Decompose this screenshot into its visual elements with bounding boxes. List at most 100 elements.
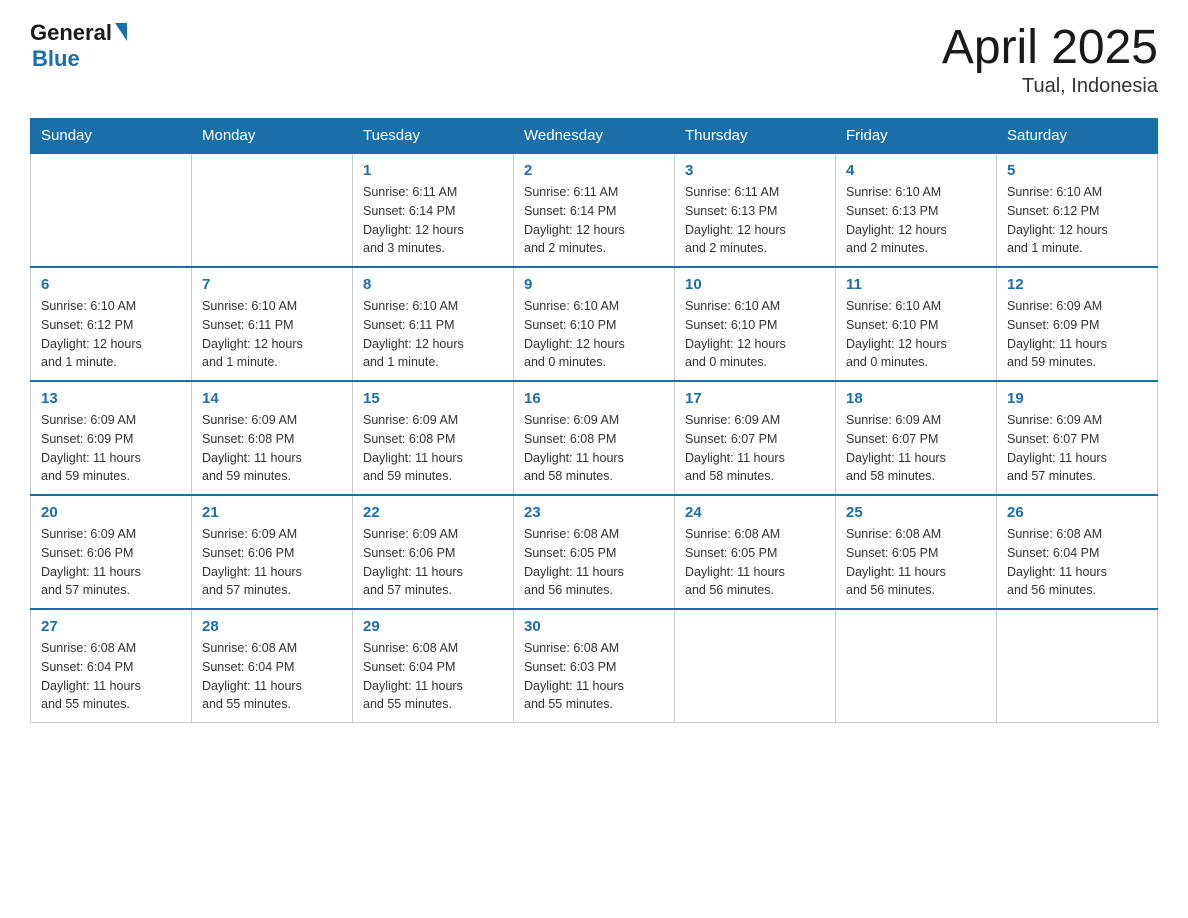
calendar-cell: 18 Sunrise: 6:09 AMSunset: 6:07 PMDayligh… [836, 381, 997, 495]
day-info: Sunrise: 6:09 AMSunset: 6:07 PMDaylight:… [846, 411, 986, 486]
calendar-cell [836, 609, 997, 723]
day-number: 18 [846, 390, 986, 407]
day-info: Sunrise: 6:10 AMSunset: 6:12 PMDaylight:… [41, 297, 181, 372]
calendar-cell: 27 Sunrise: 6:08 AMSunset: 6:04 PMDayligh… [31, 609, 192, 723]
day-number: 8 [363, 276, 503, 293]
weekday-header-monday: Monday [192, 119, 353, 154]
day-info: Sunrise: 6:08 AMSunset: 6:05 PMDaylight:… [524, 525, 664, 600]
day-number: 19 [1007, 390, 1147, 407]
day-number: 27 [41, 618, 181, 635]
calendar-cell: 10Sunrise: 6:10 AMSunset: 6:10 PMDayligh… [675, 267, 836, 381]
calendar-cell: 19Sunrise: 6:09 AMSunset: 6:07 PMDayligh… [997, 381, 1158, 495]
weekday-header-wednesday: Wednesday [514, 119, 675, 154]
calendar-cell: 30 Sunrise: 6:08 AMSunset: 6:03 PMDayligh… [514, 609, 675, 723]
weekday-header-saturday: Saturday [997, 119, 1158, 154]
day-number: 4 [846, 162, 986, 179]
calendar-cell [31, 153, 192, 267]
calendar-cell: 11 Sunrise: 6:10 AMSunset: 6:10 PMDayligh… [836, 267, 997, 381]
day-info: Sunrise: 6:08 AMSunset: 6:04 PMDaylight:… [202, 639, 342, 714]
day-info: Sunrise: 6:09 AMSunset: 6:06 PMDaylight:… [41, 525, 181, 600]
logo-general-text: General [30, 20, 112, 46]
day-number: 9 [524, 276, 664, 293]
day-info: Sunrise: 6:08 AMSunset: 6:04 PMDaylight:… [41, 639, 181, 714]
calendar-cell: 21 Sunrise: 6:09 AMSunset: 6:06 PMDayligh… [192, 495, 353, 609]
week-row-1: 1Sunrise: 6:11 AMSunset: 6:14 PMDaylight… [31, 153, 1158, 267]
page-header: General Blue April 2025 Tual, Indonesia [30, 20, 1158, 98]
calendar-cell: 15 Sunrise: 6:09 AMSunset: 6:08 PMDayligh… [353, 381, 514, 495]
day-info: Sunrise: 6:10 AMSunset: 6:10 PMDaylight:… [524, 297, 664, 372]
day-number: 21 [202, 504, 342, 521]
day-number: 29 [363, 618, 503, 635]
calendar-cell: 9 Sunrise: 6:10 AMSunset: 6:10 PMDaylight… [514, 267, 675, 381]
calendar-cell: 26Sunrise: 6:08 AMSunset: 6:04 PMDayligh… [997, 495, 1158, 609]
day-info: Sunrise: 6:09 AMSunset: 6:08 PMDaylight:… [524, 411, 664, 486]
logo: General Blue [30, 20, 127, 72]
week-row-5: 27 Sunrise: 6:08 AMSunset: 6:04 PMDayligh… [31, 609, 1158, 723]
day-number: 20 [41, 504, 181, 521]
day-number: 6 [41, 276, 181, 293]
week-row-2: 6 Sunrise: 6:10 AMSunset: 6:12 PMDaylight… [31, 267, 1158, 381]
day-number: 11 [846, 276, 986, 293]
day-info: Sunrise: 6:11 AMSunset: 6:14 PMDaylight:… [363, 183, 503, 258]
week-row-4: 20 Sunrise: 6:09 AMSunset: 6:06 PMDayligh… [31, 495, 1158, 609]
calendar-cell: 13 Sunrise: 6:09 AMSunset: 6:09 PMDayligh… [31, 381, 192, 495]
weekday-header-friday: Friday [836, 119, 997, 154]
week-row-3: 13 Sunrise: 6:09 AMSunset: 6:09 PMDayligh… [31, 381, 1158, 495]
day-info: Sunrise: 6:08 AMSunset: 6:05 PMDaylight:… [685, 525, 825, 600]
calendar-cell: 24Sunrise: 6:08 AMSunset: 6:05 PMDayligh… [675, 495, 836, 609]
day-info: Sunrise: 6:08 AMSunset: 6:03 PMDaylight:… [524, 639, 664, 714]
month-title: April 2025 [942, 20, 1158, 75]
calendar-cell: 22 Sunrise: 6:09 AMSunset: 6:06 PMDayligh… [353, 495, 514, 609]
day-number: 13 [41, 390, 181, 407]
calendar-cell: 25Sunrise: 6:08 AMSunset: 6:05 PMDayligh… [836, 495, 997, 609]
calendar-table: SundayMondayTuesdayWednesdayThursdayFrid… [30, 118, 1158, 723]
day-info: Sunrise: 6:09 AMSunset: 6:09 PMDaylight:… [1007, 297, 1147, 372]
logo-arrow-icon [115, 23, 127, 41]
day-number: 22 [363, 504, 503, 521]
location-label: Tual, Indonesia [942, 75, 1158, 98]
day-info: Sunrise: 6:09 AMSunset: 6:06 PMDaylight:… [363, 525, 503, 600]
day-info: Sunrise: 6:11 AMSunset: 6:13 PMDaylight:… [685, 183, 825, 258]
day-number: 16 [524, 390, 664, 407]
day-info: Sunrise: 6:09 AMSunset: 6:09 PMDaylight:… [41, 411, 181, 486]
day-info: Sunrise: 6:09 AMSunset: 6:06 PMDaylight:… [202, 525, 342, 600]
calendar-cell [192, 153, 353, 267]
day-number: 23 [524, 504, 664, 521]
day-number: 26 [1007, 504, 1147, 521]
day-number: 10 [685, 276, 825, 293]
calendar-cell: 5 Sunrise: 6:10 AMSunset: 6:12 PMDaylight… [997, 153, 1158, 267]
day-number: 3 [685, 162, 825, 179]
calendar-cell: 14 Sunrise: 6:09 AMSunset: 6:08 PMDayligh… [192, 381, 353, 495]
day-info: Sunrise: 6:10 AMSunset: 6:10 PMDaylight:… [846, 297, 986, 372]
day-number: 28 [202, 618, 342, 635]
day-number: 17 [685, 390, 825, 407]
day-info: Sunrise: 6:10 AMSunset: 6:11 PMDaylight:… [202, 297, 342, 372]
calendar-cell: 8 Sunrise: 6:10 AMSunset: 6:11 PMDaylight… [353, 267, 514, 381]
calendar-cell: 6 Sunrise: 6:10 AMSunset: 6:12 PMDaylight… [31, 267, 192, 381]
weekday-header-sunday: Sunday [31, 119, 192, 154]
day-info: Sunrise: 6:10 AMSunset: 6:11 PMDaylight:… [363, 297, 503, 372]
day-info: Sunrise: 6:11 AMSunset: 6:14 PMDaylight:… [524, 183, 664, 258]
calendar-cell: 29Sunrise: 6:08 AMSunset: 6:04 PMDayligh… [353, 609, 514, 723]
day-number: 14 [202, 390, 342, 407]
calendar-cell: 20 Sunrise: 6:09 AMSunset: 6:06 PMDayligh… [31, 495, 192, 609]
calendar-cell: 23 Sunrise: 6:08 AMSunset: 6:05 PMDayligh… [514, 495, 675, 609]
day-info: Sunrise: 6:09 AMSunset: 6:07 PMDaylight:… [685, 411, 825, 486]
weekday-header-tuesday: Tuesday [353, 119, 514, 154]
calendar-header-row: SundayMondayTuesdayWednesdayThursdayFrid… [31, 119, 1158, 154]
calendar-cell: 4Sunrise: 6:10 AMSunset: 6:13 PMDaylight… [836, 153, 997, 267]
calendar-cell: 3 Sunrise: 6:11 AMSunset: 6:13 PMDaylight… [675, 153, 836, 267]
calendar-cell: 2Sunrise: 6:11 AMSunset: 6:14 PMDaylight… [514, 153, 675, 267]
day-info: Sunrise: 6:09 AMSunset: 6:08 PMDaylight:… [363, 411, 503, 486]
day-info: Sunrise: 6:10 AMSunset: 6:12 PMDaylight:… [1007, 183, 1147, 258]
day-number: 30 [524, 618, 664, 635]
logo-blue-text: Blue [32, 46, 80, 72]
calendar-cell [997, 609, 1158, 723]
title-area: April 2025 Tual, Indonesia [942, 20, 1158, 98]
day-number: 15 [363, 390, 503, 407]
calendar-cell: 28 Sunrise: 6:08 AMSunset: 6:04 PMDayligh… [192, 609, 353, 723]
day-info: Sunrise: 6:09 AMSunset: 6:08 PMDaylight:… [202, 411, 342, 486]
weekday-header-thursday: Thursday [675, 119, 836, 154]
day-number: 5 [1007, 162, 1147, 179]
calendar-cell: 17 Sunrise: 6:09 AMSunset: 6:07 PMDayligh… [675, 381, 836, 495]
